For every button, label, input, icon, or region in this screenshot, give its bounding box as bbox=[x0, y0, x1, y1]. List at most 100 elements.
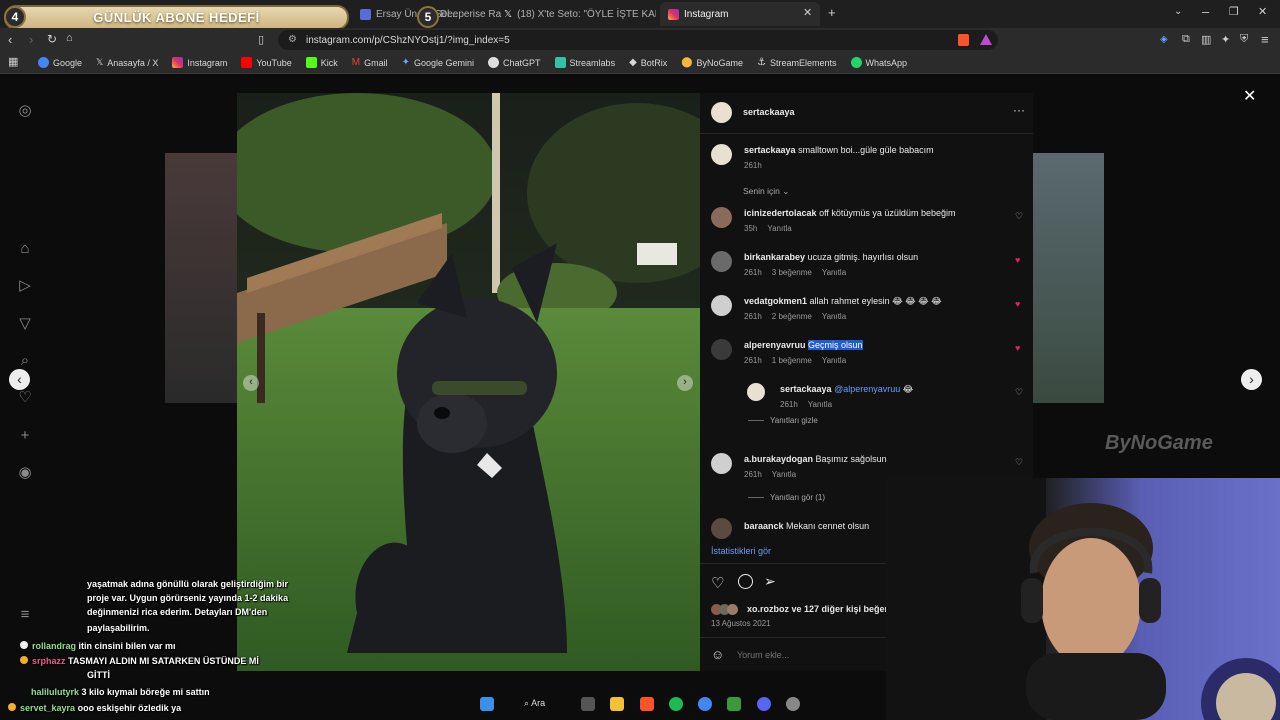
file-explorer-icon[interactable] bbox=[610, 697, 624, 711]
brave-rewards-icon[interactable] bbox=[980, 34, 992, 45]
bookmark-instagram[interactable]: Instagram bbox=[172, 57, 227, 68]
home-icon[interactable]: ⌂ bbox=[66, 32, 73, 44]
obs-icon[interactable] bbox=[786, 697, 800, 711]
bookmark-streamelements[interactable]: ⚓ StreamElements bbox=[757, 57, 837, 68]
new-tab-icon[interactable]: + bbox=[828, 5, 836, 20]
view-insights-link[interactable]: İstatistikleri gör bbox=[711, 546, 771, 556]
commenter-avatar[interactable] bbox=[711, 207, 732, 228]
create-nav-icon[interactable]: + bbox=[16, 427, 34, 445]
comment-user[interactable]: alperenyavruu bbox=[744, 340, 806, 350]
leo-ai-icon[interactable]: ◈ bbox=[1160, 34, 1168, 45]
view-replies-button[interactable]: Yanıtları gör (1) bbox=[748, 493, 825, 502]
notifications-nav-icon[interactable]: ♡ bbox=[16, 389, 34, 407]
comment-user[interactable]: baraanck bbox=[744, 521, 784, 531]
reply-avatar[interactable] bbox=[747, 383, 765, 401]
bookmark-streamlabs[interactable]: Streamlabs bbox=[554, 57, 615, 68]
comment-likes[interactable]: 3 beğenme bbox=[772, 268, 812, 277]
more-nav-icon[interactable]: ≡ bbox=[16, 606, 34, 624]
like-comment-icon[interactable]: ♡ bbox=[1015, 211, 1023, 222]
discord-icon[interactable] bbox=[757, 697, 771, 711]
close-tab-icon[interactable]: ✕ bbox=[803, 6, 812, 19]
bookmark-icon[interactable]: ▯ bbox=[258, 33, 264, 46]
commenter-avatar[interactable] bbox=[711, 453, 732, 474]
hide-replies-button[interactable]: Yanıtları gizle bbox=[748, 416, 818, 425]
forward-icon[interactable]: › bbox=[29, 32, 33, 47]
more-options-icon[interactable]: ··· bbox=[1013, 103, 1025, 117]
reply-button[interactable]: Yanıtla bbox=[822, 312, 846, 321]
restore-icon[interactable]: ❐ bbox=[1229, 5, 1239, 18]
profile-nav-icon[interactable]: ◉ bbox=[16, 464, 34, 482]
bookmark-youtube[interactable]: YouTube bbox=[241, 57, 292, 68]
site-settings-icon[interactable]: ⚙ bbox=[288, 34, 297, 45]
like-comment-icon[interactable]: ♡ bbox=[1015, 457, 1023, 468]
commenter-avatar[interactable] bbox=[711, 295, 732, 316]
commenter-avatar[interactable] bbox=[711, 518, 732, 539]
address-bar[interactable]: ⚙ instagram.com/p/CShzNYOstj1/?img_index… bbox=[278, 30, 998, 50]
comment-user[interactable]: a.burakaydogan bbox=[744, 454, 813, 464]
chrome-icon[interactable] bbox=[698, 697, 712, 711]
bookmark-whatsapp[interactable]: WhatsApp bbox=[850, 57, 907, 68]
bookmark-gmail[interactable]: M Gmail bbox=[352, 57, 388, 68]
next-post-thumbnail[interactable] bbox=[1033, 153, 1104, 403]
bookmark-gemini[interactable]: ✦ Google Gemini bbox=[402, 57, 474, 68]
reply-mention[interactable]: @alperenyavruu bbox=[834, 384, 900, 394]
reply-button[interactable]: Yanıtla bbox=[808, 400, 832, 409]
bookmark-kick[interactable]: Kick bbox=[305, 57, 338, 68]
bookmark-chatgpt[interactable]: ChatGPT bbox=[488, 57, 541, 68]
commenter-avatar[interactable] bbox=[711, 339, 732, 360]
like-reply-icon[interactable]: ♡ bbox=[1015, 387, 1023, 398]
next-post-arrow-icon[interactable]: › bbox=[1241, 369, 1262, 390]
bookmark-bynogame[interactable]: ⬤ ByNoGame bbox=[681, 57, 743, 68]
spotify-icon[interactable] bbox=[669, 697, 683, 711]
commenter-avatar[interactable] bbox=[711, 251, 732, 272]
liked-by-text[interactable]: xo.rozboz ve 127 diğer kişi beğen bbox=[747, 604, 890, 614]
menu-icon[interactable]: ≡ bbox=[1261, 32, 1269, 47]
comment-user[interactable]: icinizedertolacak bbox=[744, 208, 817, 218]
reload-icon[interactable]: ↻ bbox=[47, 32, 57, 46]
app-icon[interactable] bbox=[727, 697, 741, 711]
tab-x[interactable]: 𝕏 (18) X'te Seto: "ÖYLE İŞTE KAFAMIZA bbox=[496, 2, 656, 26]
tab-deeperise[interactable]: Deeperise Ra bbox=[432, 2, 502, 26]
liked-comment-icon[interactable]: ♥ bbox=[1015, 299, 1020, 309]
brave-shield-icon[interactable] bbox=[958, 34, 969, 46]
task-view-icon[interactable] bbox=[581, 697, 595, 711]
sort-dropdown[interactable]: Senin için ⌄ bbox=[743, 186, 789, 197]
liked-comment-icon[interactable]: ♥ bbox=[1015, 255, 1020, 265]
liked-comment-icon[interactable]: ♥ bbox=[1015, 343, 1020, 353]
windows-start-icon[interactable] bbox=[480, 697, 494, 711]
author-avatar[interactable] bbox=[711, 102, 732, 123]
vpn-icon[interactable]: ⛨ bbox=[1240, 33, 1248, 46]
bookmark-botrix[interactable]: ◆ BotRix bbox=[629, 57, 667, 68]
caption-user[interactable]: sertackaaya bbox=[744, 145, 796, 155]
reply-user[interactable]: sertackaaya bbox=[780, 384, 832, 394]
comment-icon[interactable] bbox=[738, 574, 753, 589]
apps-grid-icon[interactable]: ▦ bbox=[8, 55, 18, 68]
like-post-icon[interactable]: ♡ bbox=[711, 574, 724, 592]
comment-user[interactable]: birkankarabey bbox=[744, 252, 805, 262]
tab-search-icon[interactable]: ⌄ bbox=[1174, 6, 1182, 17]
carousel-prev-icon[interactable]: ‹ bbox=[243, 375, 259, 391]
reply-button[interactable]: Yanıtla bbox=[822, 268, 846, 277]
reply-button[interactable]: Yanıtla bbox=[767, 224, 791, 233]
sidebar-icon[interactable]: ▥ bbox=[1201, 33, 1211, 46]
window-close-icon[interactable]: ✕ bbox=[1258, 5, 1267, 18]
instagram-logo-icon[interactable]: ◎ bbox=[16, 102, 34, 120]
tab-instagram[interactable]: Instagram bbox=[660, 2, 820, 26]
post-author[interactable]: sertackaaya bbox=[743, 107, 795, 117]
taskbar-search[interactable]: ⌕ Ara bbox=[524, 698, 545, 709]
reply-button[interactable]: Yanıtla bbox=[822, 356, 846, 365]
extensions-icon[interactable]: ⧉ bbox=[1182, 33, 1190, 46]
back-icon[interactable]: ‹ bbox=[8, 32, 12, 47]
bookmark-x[interactable]: 𝕏 Anasayfa / X bbox=[96, 57, 158, 68]
search-nav-icon[interactable]: ⌕ bbox=[16, 352, 34, 370]
brave-taskbar-icon[interactable] bbox=[640, 697, 654, 711]
minimize-icon[interactable]: – bbox=[1202, 4, 1209, 19]
messages-nav-icon[interactable]: ▽ bbox=[16, 315, 34, 333]
reels-nav-icon[interactable]: ▷ bbox=[16, 277, 34, 295]
share-icon[interactable]: ➢ bbox=[764, 573, 776, 590]
comment-user[interactable]: vedatgokmen1 bbox=[744, 296, 807, 306]
comment-likes[interactable]: 2 beğenme bbox=[772, 312, 812, 321]
carousel-next-icon[interactable]: › bbox=[677, 375, 693, 391]
caption-avatar[interactable] bbox=[711, 144, 732, 165]
previous-post-thumbnail[interactable] bbox=[165, 153, 237, 403]
